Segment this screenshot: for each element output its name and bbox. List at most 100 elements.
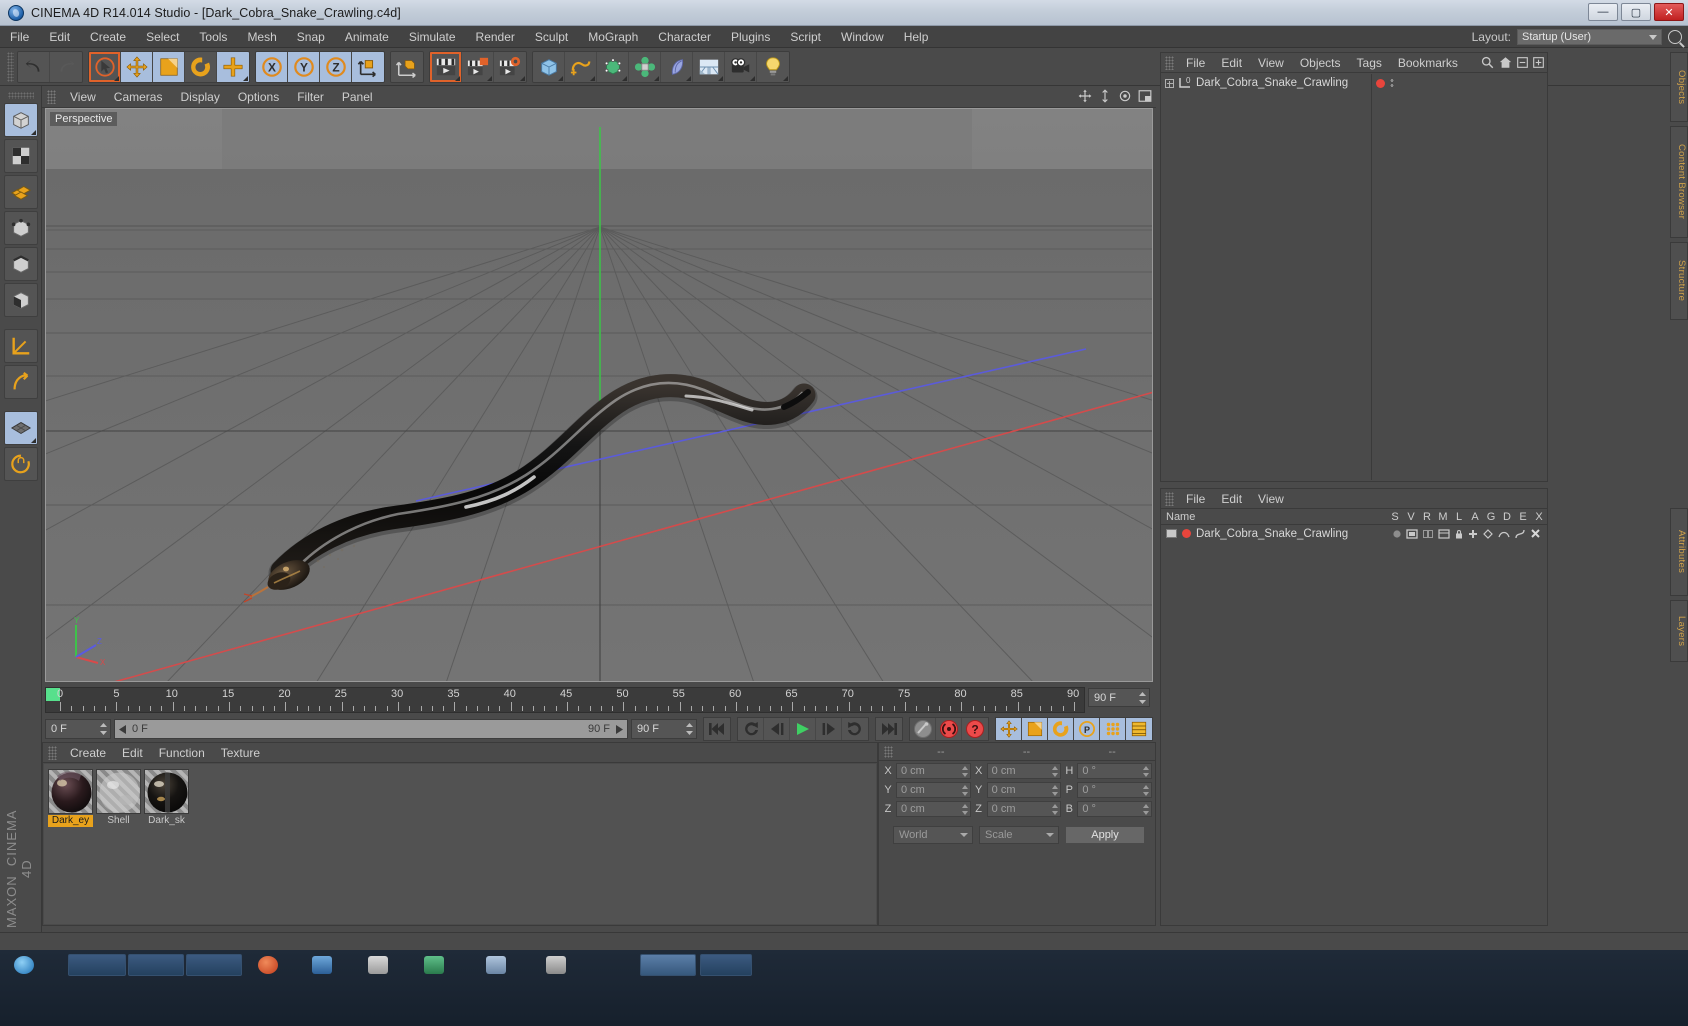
next-key-icon[interactable] [842,718,868,740]
object-row[interactable]: 0 Dark_Cobra_Snake_Crawling [1162,74,1371,92]
material-item[interactable]: Dark_sk [144,769,189,827]
spinner-icon[interactable] [1052,804,1059,815]
texture-mode-icon[interactable] [3,139,38,173]
left-toolbar-grip[interactable] [7,92,34,99]
menu-item-select[interactable]: Select [136,26,189,48]
array-icon[interactable] [629,51,661,82]
lock-toggle-icon[interactable] [1454,529,1464,539]
enable-axis-icon[interactable] [3,365,38,399]
taskbar-window-item[interactable] [700,954,752,976]
spinner-icon[interactable] [1052,766,1059,777]
go-to-start-icon[interactable] [704,718,730,740]
material-name[interactable]: Dark_sk [144,815,189,827]
pos-z-field[interactable]: 0 cm [896,801,971,817]
edges-mode-icon[interactable] [3,247,38,281]
object-menu-bookmarks[interactable]: Bookmarks [1390,53,1466,73]
size-y-field[interactable]: 0 cm [986,782,1062,798]
object-tree[interactable]: 0 Dark_Cobra_Snake_Crawling [1162,74,1372,480]
material-menu-create[interactable]: Create [62,743,114,763]
scale-key-icon[interactable] [1022,718,1048,740]
perspective-viewport[interactable]: Perspective Y X Z [45,108,1153,682]
parameter-key-icon[interactable]: P [1074,718,1100,740]
visible-toggle-icon[interactable] [1406,528,1418,539]
menu-item-render[interactable]: Render [466,26,525,48]
deformers-toggle-icon[interactable] [1498,529,1510,539]
material-item[interactable]: Shell [96,769,141,827]
menu-item-sculpt[interactable]: Sculpt [525,26,578,48]
maximize-view-icon[interactable] [1138,89,1152,103]
undo-icon[interactable] [18,51,50,82]
taskbar-start-icon[interactable] [14,956,34,974]
previous-key-icon[interactable] [738,718,764,740]
spinner-icon[interactable] [1143,785,1150,796]
manager-toggle-icon[interactable] [1438,528,1450,539]
scale-icon[interactable] [153,51,185,82]
object-tags-area[interactable] [1373,74,1546,480]
collapse-icon[interactable] [1517,57,1528,68]
tab-attributes[interactable]: Attributes [1670,508,1688,596]
taskbar-app-icon[interactable] [546,956,566,974]
close-button[interactable]: ✕ [1654,3,1684,21]
spinner-icon[interactable] [961,785,968,796]
taskbar-window-item[interactable] [186,954,242,976]
render-toggle-icon[interactable] [1422,529,1434,539]
material-menu-function[interactable]: Function [151,743,213,763]
taskbar-app-icon[interactable] [312,956,332,974]
attribute-menu-edit[interactable]: Edit [1213,489,1250,509]
current-frame-field[interactable]: 0 F [45,719,111,739]
timeline-toggle-icon[interactable] [1126,718,1152,740]
taskbar-window-item[interactable] [68,954,126,976]
spinner-icon[interactable] [1143,804,1150,815]
size-x-field[interactable]: 0 cm [986,763,1062,779]
rotation-key-icon[interactable] [1048,718,1074,740]
material-item[interactable]: Dark_ey [48,769,93,827]
rot-p-field[interactable]: 0 ° [1077,782,1153,798]
menu-item-character[interactable]: Character [648,26,721,48]
spinner-icon[interactable] [100,723,107,735]
axis-z-icon[interactable]: Z [320,51,352,82]
move-view-icon[interactable] [1078,89,1092,103]
light-icon[interactable] [757,51,789,82]
viewport-menu-display[interactable]: Display [171,86,228,108]
object-axis-icon[interactable] [391,51,423,82]
viewport-menu-view[interactable]: View [61,86,105,108]
material-menu-texture[interactable]: Texture [213,743,268,763]
taskbar-window-item[interactable] [128,954,184,976]
object-menu-edit[interactable]: Edit [1213,53,1250,73]
render-settings-icon[interactable] [494,51,526,82]
tab-structure[interactable]: Structure [1670,242,1688,320]
lock-workplane-icon[interactable] [3,447,38,481]
coordinate-system-dropdown[interactable]: World [893,826,973,844]
go-to-end-icon[interactable] [876,718,902,740]
spline-icon[interactable] [565,51,597,82]
menu-item-file[interactable]: File [0,26,39,48]
menu-item-simulate[interactable]: Simulate [399,26,466,48]
material-menu-edit[interactable]: Edit [114,743,151,763]
enable-snap-icon[interactable] [3,411,38,445]
deformer-icon[interactable] [661,51,693,82]
previous-frame-icon[interactable] [764,718,790,740]
layer-name-cell[interactable]: Dark_Cobra_Snake_Crawling [1166,528,1388,540]
home-icon[interactable] [1499,56,1512,69]
spinner-icon[interactable] [686,723,693,735]
taskbar-app-icon[interactable] [368,956,388,974]
polygons-mode-icon[interactable] [3,283,38,317]
layout-dropdown[interactable]: Startup (User) [1517,29,1662,45]
toolbar-grip[interactable] [7,51,14,82]
menu-item-tools[interactable]: Tools [189,26,237,48]
live-selection-icon[interactable] [89,51,121,82]
menu-item-create[interactable]: Create [80,26,136,48]
menu-item-window[interactable]: Window [831,26,894,48]
coordinates-grip[interactable] [884,745,893,758]
menu-item-help[interactable]: Help [894,26,939,48]
position-key-icon[interactable] [996,718,1022,740]
attribute-menu-view[interactable]: View [1250,489,1292,509]
object-menu-tags[interactable]: Tags [1349,53,1390,73]
spinner-icon[interactable] [1143,766,1150,777]
record-active-objects-icon[interactable] [910,718,936,740]
object-menu-objects[interactable]: Objects [1292,53,1349,73]
layer-color-swatch[interactable] [1376,78,1385,88]
menu-item-animate[interactable]: Animate [335,26,399,48]
preview-range-bar[interactable]: 0 F 90 F [114,719,628,739]
play-icon[interactable] [790,718,816,740]
